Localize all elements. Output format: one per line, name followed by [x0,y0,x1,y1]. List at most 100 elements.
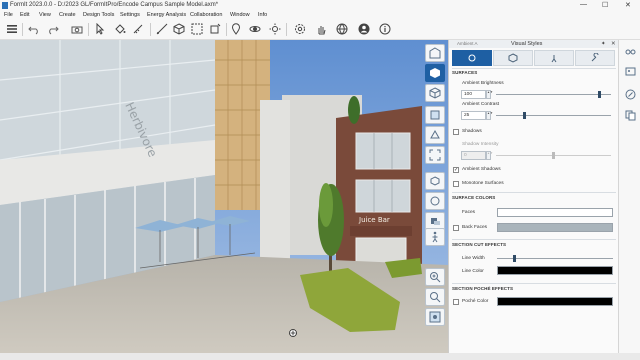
3d-viewport[interactable]: Herbivore Juice Bar [0,40,448,353]
ambient-brightness-track [496,94,611,95]
back-faces-label: Back Faces [462,225,488,230]
glasses-icon[interactable] [623,44,637,58]
group-icon[interactable] [190,22,204,36]
ambient-shadows-label: Ambient Shadows [462,167,501,172]
right-sidebar [618,40,640,353]
camera-rotate-icon[interactable] [425,192,445,210]
monotone-surfaces-checkbox[interactable] [453,181,459,187]
toolbar-separator [88,23,89,36]
monotone-surfaces-label: Monotone Surfaces [462,181,504,186]
image-icon[interactable] [623,64,637,78]
walk-icon[interactable] [425,228,445,246]
user-icon[interactable] [357,22,371,36]
section-box-icon[interactable] [425,126,445,144]
menu-info[interactable]: Info [258,12,267,18]
info-icon[interactable] [378,22,392,36]
surfaces-header: SURFACES [452,70,478,75]
ambient-contrast-slider[interactable] [523,112,527,119]
zoom-fit-icon[interactable] [425,288,445,306]
view-toolbar [422,40,448,353]
tab-walk-icon[interactable] [534,50,574,66]
zoom-in-icon[interactable] [425,268,445,286]
maximize-button[interactable]: ☐ [602,1,608,9]
home-icon[interactable] [425,44,445,62]
title-bar: FormIt 2023.0.0 - D:/2023 GL/FormItPro/E… [0,0,640,11]
orbit-icon[interactable] [248,22,262,36]
settings-icon[interactable] [293,22,307,36]
menu-design-tools[interactable]: Design Tools [83,12,114,18]
faces-color-swatch[interactable] [497,208,613,217]
minimize-button[interactable]: — [580,1,587,8]
menu-energy-analysis[interactable]: Energy Analysis [147,12,186,18]
pencil-icon[interactable] [623,87,637,101]
select-arrow-icon[interactable] [93,22,107,36]
ambient-brightness-label: Ambient Brightness [462,81,504,86]
sun-settings-icon[interactable] [268,22,282,36]
menu-view[interactable]: View [39,12,51,18]
tape-measure-icon[interactable] [131,22,145,36]
hand-icon[interactable] [314,22,328,36]
menu-icon[interactable] [5,22,19,36]
shadow-intensity-input[interactable]: 0 [461,151,486,160]
location-pin-icon[interactable] [229,22,243,36]
tree-highlight [319,183,333,227]
line-width-slider[interactable] [512,255,516,262]
poche-color-swatch[interactable] [497,297,613,306]
back-faces-checkbox[interactable] [453,225,459,231]
cube-edges-icon[interactable] [425,106,445,124]
shadow-intensity-spinner[interactable]: ▲▼ [486,151,493,160]
tab-sun-icon[interactable] [452,50,492,66]
globe-icon[interactable] [335,22,349,36]
cube-icon[interactable] [172,22,186,36]
copy-icon[interactable] [623,108,637,122]
menu-create[interactable]: Create [59,12,76,18]
minimap-icon[interactable] [425,308,445,326]
undo-icon[interactable] [27,22,41,36]
menu-edit[interactable]: Edit [20,12,29,18]
shadows-label: Shadows [462,129,482,134]
menu-window[interactable]: Window [230,12,250,18]
toolbar-separator [226,23,227,36]
cube-solid-icon[interactable] [425,64,445,82]
ambient-contrast-label: Ambient Contrast [462,102,500,107]
ambient-contrast-spinner[interactable]: ▲▼ [486,111,493,120]
ambient-brightness-slider[interactable] [598,91,601,98]
cube-sun-icon[interactable] [425,172,445,190]
toolbar-separator [150,23,151,36]
ambient-brightness-input[interactable]: 100 [461,90,486,99]
divider [452,192,616,193]
close-button[interactable]: ✕ [625,1,631,9]
scan-icon[interactable] [425,146,445,164]
cube-wire-icon[interactable] [425,84,445,102]
ambient-contrast-input[interactable]: 25 [461,111,486,120]
camera-icon[interactable] [70,22,84,36]
menu-file[interactable]: File [4,12,13,18]
panel-close-button[interactable]: ✕ [611,41,616,47]
redo-icon[interactable] [46,22,60,36]
window-title: FormIt 2023.0.0 - D:/2023 GL/FormItPro/E… [10,2,219,8]
ambient-brightness-spinner[interactable]: ▲▼ [486,90,493,99]
ambient-shadows-checkbox[interactable]: ✓ [453,167,459,173]
panel-header: Ambient A Visual Styles ✦ ✕ [449,40,619,48]
line-tool-icon[interactable] [155,22,169,36]
pin-icon[interactable]: ✦ [601,41,606,47]
line-color-swatch[interactable] [497,266,613,275]
app-logo-icon [2,2,8,9]
poche-color-checkbox[interactable] [453,299,459,305]
faces-label: Faces [462,210,476,215]
paint-bucket-icon[interactable] [113,22,127,36]
menu-settings[interactable]: Settings [120,12,140,18]
tab-cube-icon[interactable] [493,50,533,66]
shadow-intensity-label: Shadow Intensity [462,142,499,147]
menu-bar: File Edit View Create Design Tools Setti… [0,11,640,19]
move-icon[interactable] [208,22,222,36]
menu-collaboration[interactable]: Collaboration [190,12,222,18]
shadows-checkbox[interactable] [453,129,459,135]
back-faces-color-swatch[interactable] [497,223,613,232]
juice-bar-sign: Juice Bar [359,216,390,224]
divider [452,283,616,284]
shadow-intensity-slider[interactable] [552,152,555,159]
distant-tree [348,96,360,124]
panel-title: Visual Styles [511,41,543,47]
tab-wrench-icon[interactable] [575,50,615,66]
